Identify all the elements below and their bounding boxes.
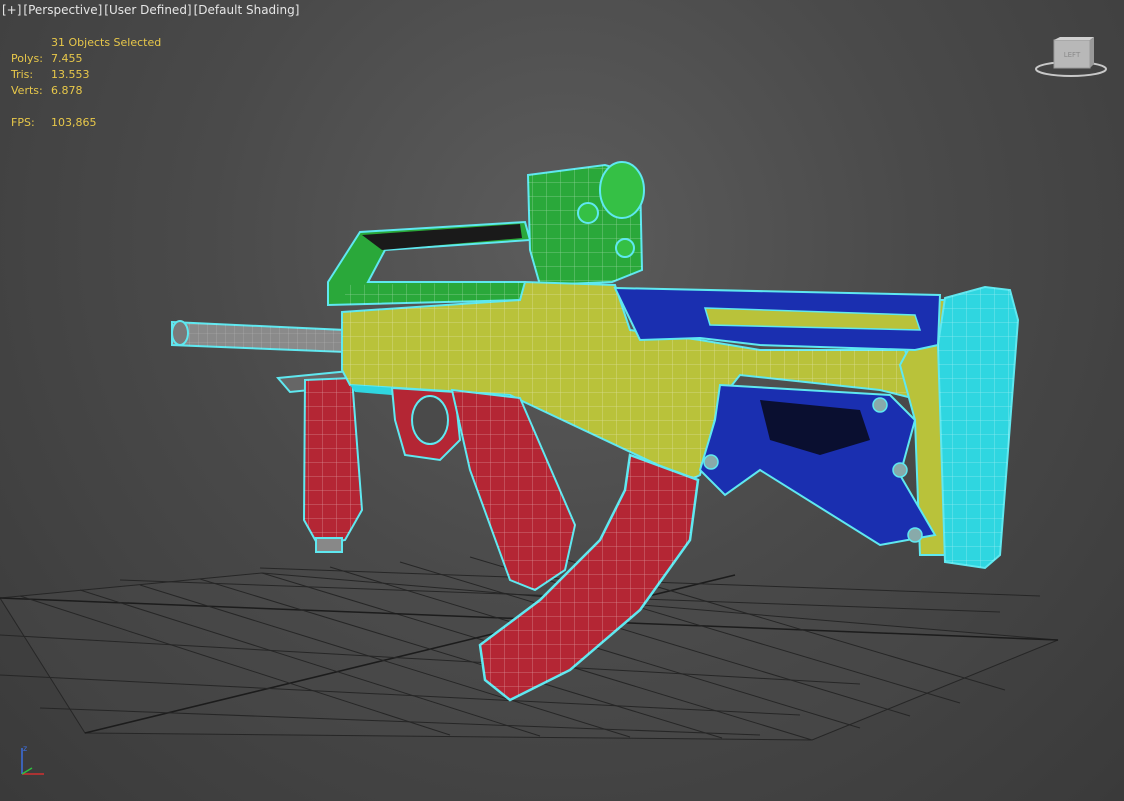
viewcube-icon[interactable]: LEFT	[1034, 36, 1108, 78]
tris-value: 13.553	[51, 68, 90, 81]
foregrip[interactable]	[275, 368, 364, 553]
selection-count: 31 Objects Selected	[51, 36, 162, 49]
viewport-label: [+] [Perspective] [User Defined] [Defaul…	[2, 3, 299, 17]
fps-label: FPS:	[11, 116, 35, 129]
axis-z-label: z	[23, 744, 27, 753]
fps-value: 103,865	[51, 116, 97, 129]
viewport-menu[interactable]: [+]	[2, 3, 21, 17]
viewport-view[interactable]: [Perspective]	[23, 3, 102, 17]
viewcube-label: LEFT	[1064, 51, 1081, 59]
axis-tripod-icon: z	[21, 744, 44, 775]
scope[interactable]	[526, 161, 645, 287]
polys-row: Polys: 7.455	[11, 51, 161, 67]
verts-row: Verts: 6.878	[11, 83, 161, 99]
butt-pad[interactable]	[936, 285, 1020, 570]
polys-value: 7.455	[51, 52, 83, 65]
tris-label: Tris:	[11, 68, 34, 81]
scene-statistics: 31 Objects Selected Polys: 7.455 Tris: 1…	[11, 35, 161, 131]
verts-value: 6.878	[51, 84, 83, 97]
pistol-grip[interactable]	[390, 386, 577, 592]
carry-handle[interactable]	[327, 220, 532, 307]
polys-label: Polys:	[11, 52, 43, 65]
viewport-style[interactable]: [User Defined]	[104, 3, 191, 17]
tris-row: Tris: 13.553	[11, 67, 161, 83]
barrel[interactable]	[171, 320, 346, 354]
viewport-shading[interactable]: [Default Shading]	[194, 3, 300, 17]
verts-label: Verts:	[11, 84, 43, 97]
viewport-scene[interactable]	[0, 0, 1124, 801]
fps-row: FPS: 103,865	[11, 115, 161, 131]
